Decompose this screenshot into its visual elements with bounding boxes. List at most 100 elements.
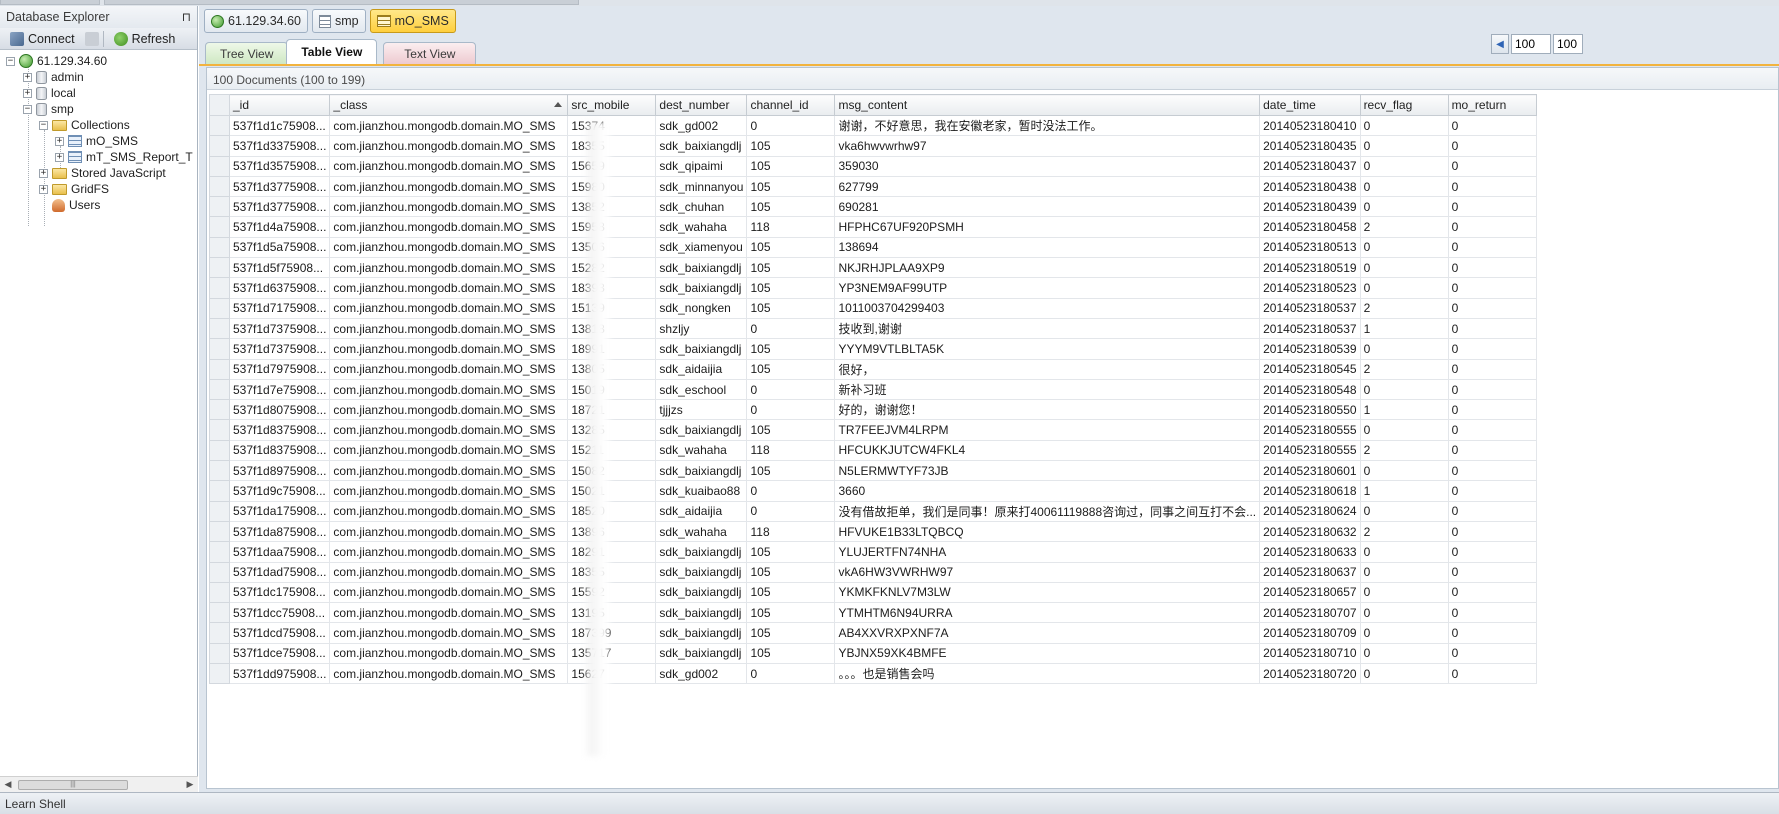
cell-channel-id[interactable]: 105 [746,561,836,583]
cell-msg-content[interactable]: NKJRHJPLAA9XP9 [834,257,1261,279]
cell-date-time[interactable]: 20140523180555 [1259,439,1361,462]
row-header[interactable] [209,602,230,624]
cell-class[interactable]: com.jianzhou.mongodb.domain.MO_SMS [329,561,569,583]
cell-mo-return[interactable]: 0 [1447,358,1537,380]
cell-channel-id[interactable]: 105 [746,460,836,482]
cell-mo-return[interactable]: 0 [1447,622,1537,644]
cell-msg-content[interactable]: vkA6HW3VWRHW97 [834,561,1261,583]
doc-tab-database[interactable]: smp [312,9,366,33]
cell-src-mobile[interactable]: 13285 [567,419,657,441]
cell-class[interactable]: com.jianzhou.mongodb.domain.MO_SMS [329,114,569,137]
cell-mo-return[interactable]: 0 [1447,663,1537,685]
cell-date-time[interactable]: 20140523180537 [1259,297,1361,319]
cell-date-time[interactable]: 20140523180410 [1259,114,1361,137]
cell-channel-id[interactable]: 105 [746,358,836,380]
column-header-id[interactable]: _id [228,94,331,116]
cell-dest-number[interactable]: sdk_eschool [655,378,748,401]
cell-dest-number[interactable]: sdk_minnanyou [655,175,748,198]
cell-date-time[interactable]: 20140523180523 [1259,277,1361,299]
table-row[interactable]: 537f1d4a75908... com.jianzhou.mongodb.dom… [209,216,1537,238]
expand-toggle[interactable]: + [39,168,48,178]
cell-channel-id[interactable]: 118 [746,216,836,238]
table-row[interactable]: 537f1d8375908... com.jianzhou.mongodb.dom… [209,419,1537,441]
table-row[interactable]: 537f1d8375908... com.jianzhou.mongodb.dom… [209,439,1537,462]
cell-dest-number[interactable]: sdk_baixiangdlj [655,419,748,441]
cell-recv-flag[interactable]: 0 [1359,257,1449,279]
cell-recv-flag[interactable]: 2 [1359,520,1449,543]
cell-class[interactable]: com.jianzhou.mongodb.domain.MO_SMS [329,622,569,644]
cell-channel-id[interactable]: 118 [746,439,836,462]
table-row[interactable]: 537f1d7375908... com.jianzhou.mongodb.dom… [209,338,1537,360]
table-row[interactable]: 537f1d3775908... com.jianzhou.mongodb.dom… [209,175,1537,198]
cell-dest-number[interactable]: sdk_wahaha [655,439,748,462]
tab-text-view[interactable]: Text View [383,42,477,64]
learn-shell-label[interactable]: Learn Shell [5,797,66,811]
column-header-src-mobile[interactable]: src_mobile [567,94,657,116]
explorer-horizontal-scrollbar[interactable]: ◀ ||| ▶ [0,776,198,792]
cell-mo-return[interactable]: 0 [1447,175,1537,198]
cell-recv-flag[interactable]: 0 [1359,155,1449,177]
cell-channel-id[interactable]: 0 [746,378,836,401]
doc-tab-collection[interactable]: mO_SMS [369,9,456,33]
cell-class[interactable]: com.jianzhou.mongodb.domain.MO_SMS [329,216,569,238]
cell-src-mobile[interactable]: 18520 [567,500,657,522]
cell-mo-return[interactable]: 0 [1447,155,1537,177]
cell-msg-content[interactable]: YBJNX59XK4BMFE [834,642,1261,665]
cell-mo-return[interactable]: 0 [1447,135,1537,157]
row-header[interactable] [209,216,230,238]
cell-recv-flag[interactable]: 0 [1359,378,1449,401]
cell-date-time[interactable]: 20140523180709 [1259,622,1361,644]
cell-mo-return[interactable]: 0 [1447,114,1537,137]
row-header[interactable] [209,480,230,502]
cell-recv-flag[interactable]: 0 [1359,175,1449,198]
cell-mo-return[interactable]: 0 [1447,439,1537,462]
cell-recv-flag[interactable]: 0 [1359,419,1449,441]
cell-recv-flag[interactable]: 0 [1359,541,1449,563]
cell-dest-number[interactable]: shzljy [655,317,748,340]
cell-id[interactable]: 537f1daa75908... [228,541,331,563]
cell-id[interactable]: 537f1dce75908... [228,642,331,665]
cell-mo-return[interactable]: 0 [1447,419,1537,441]
cell-recv-flag[interactable]: 0 [1359,622,1449,644]
cell-channel-id[interactable]: 105 [746,297,836,319]
cell-msg-content[interactable]: HFPHC67UF920PSMH [834,216,1261,238]
cell-id[interactable]: 537f1d5f75908... [228,257,331,279]
cell-class[interactable]: com.jianzhou.mongodb.domain.MO_SMS [329,236,569,259]
cell-id[interactable]: 537f1d3775908... [228,175,331,198]
cell-dest-number[interactable]: sdk_nongken [655,297,748,319]
cell-recv-flag[interactable]: 0 [1359,663,1449,685]
cell-src-mobile[interactable]: 13195 [567,602,657,624]
scroll-thumb[interactable]: ||| [18,780,128,790]
cell-msg-content[interactable]: 1011003704299403 [834,297,1261,319]
cell-channel-id[interactable]: 105 [746,175,836,198]
cell-mo-return[interactable]: 0 [1447,602,1537,624]
cell-date-time[interactable]: 20140523180657 [1259,581,1361,604]
cell-recv-flag[interactable]: 0 [1359,277,1449,299]
cell-msg-content[interactable]: 谢谢，不好意思，我在安徽老家，暂时没法工作。 [834,114,1261,137]
row-header[interactable] [209,196,230,218]
cell-src-mobile[interactable]: 18393 [567,277,657,299]
table-row[interactable]: 537f1dd975908... com.jianzhou.mongodb.dom… [209,663,1537,685]
table-row[interactable]: 537f1d7175908... com.jianzhou.mongodb.dom… [209,297,1537,319]
cell-msg-content[interactable]: HFCUKKJUTCW4FKL4 [834,439,1261,462]
cell-mo-return[interactable]: 0 [1447,236,1537,259]
table-row[interactable]: 537f1d5f75908... com.jianzhou.mongodb.dom… [209,257,1537,279]
cell-recv-flag[interactable]: 0 [1359,500,1449,522]
cell-recv-flag[interactable]: 1 [1359,480,1449,502]
cell-msg-content[interactable]: 好的，谢谢您！ [834,399,1261,421]
doc-tab-server[interactable]: 61.129.34.60 [204,9,308,33]
cell-id[interactable]: 537f1d8375908... [228,419,331,441]
table-row[interactable]: 537f1dad75908... com.jianzhou.mongodb.dom… [209,561,1537,583]
row-header[interactable] [209,135,230,157]
row-header[interactable] [209,622,230,644]
expand-toggle[interactable]: + [23,72,32,82]
table-row[interactable]: 537f1dcd75908... com.jianzhou.mongodb.dom… [209,622,1537,644]
expand-toggle[interactable]: + [55,152,64,162]
table-row[interactable]: 537f1d3775908... com.jianzhou.mongodb.dom… [209,196,1537,218]
cell-dest-number[interactable]: sdk_gd002 [655,114,748,137]
table-row[interactable]: 537f1d7375908... com.jianzhou.mongodb.dom… [209,317,1537,340]
cell-recv-flag[interactable]: 0 [1359,581,1449,604]
cell-class[interactable]: com.jianzhou.mongodb.domain.MO_SMS [329,602,569,624]
row-header[interactable] [209,500,230,522]
cell-msg-content[interactable]: YP3NEM9AF99UTP [834,277,1261,299]
